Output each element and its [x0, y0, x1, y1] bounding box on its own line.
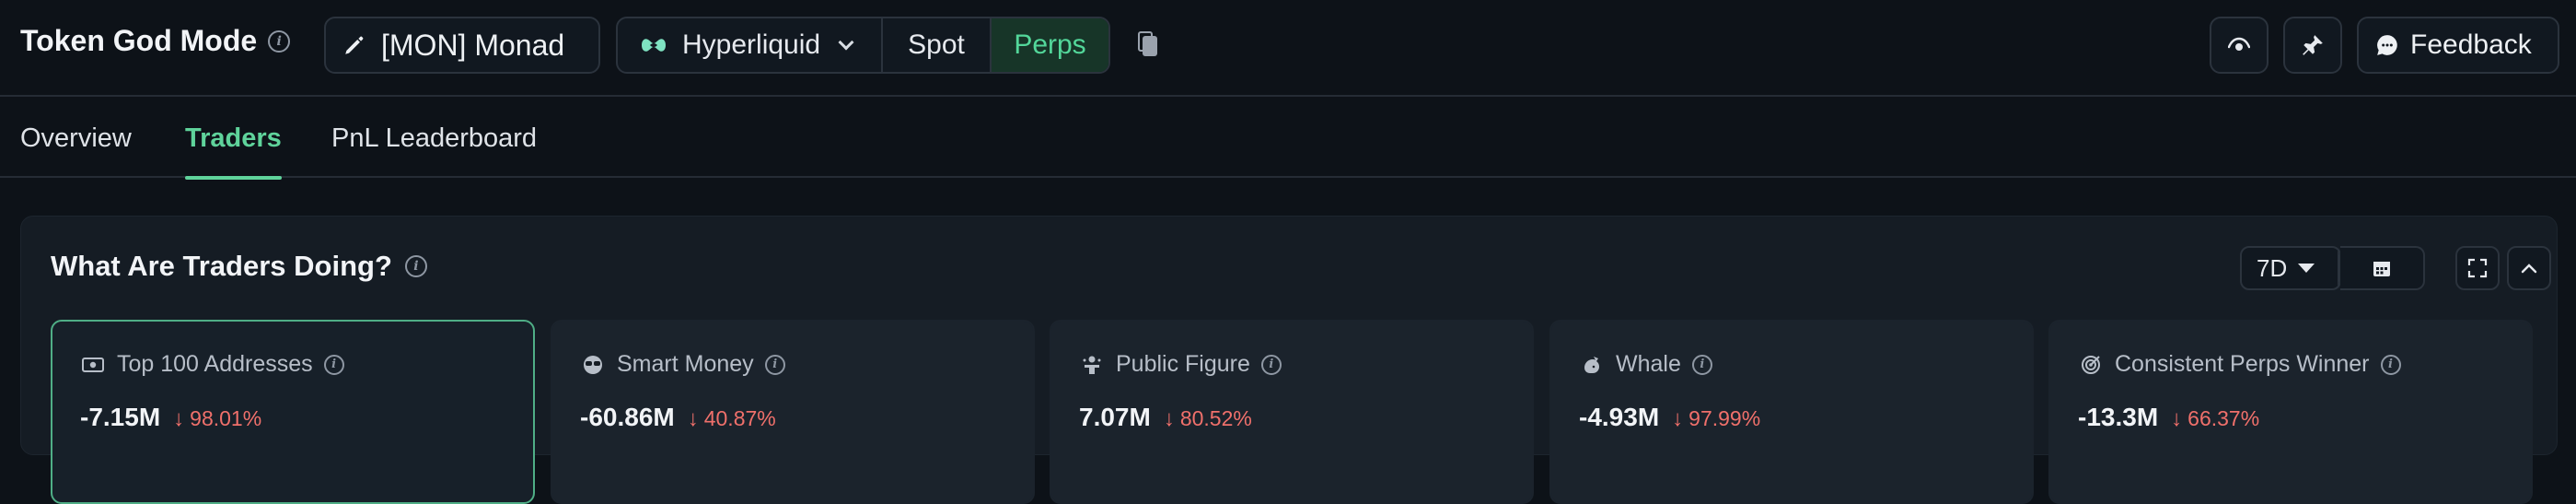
perps-toggle[interactable]: Perps [992, 18, 1108, 72]
card-change: 66.37% [2187, 406, 2260, 430]
card-whale[interactable]: Whale i -4.93M ↓ 97.99% [1549, 320, 2034, 504]
podium-icon [1079, 354, 1105, 376]
money-icon [80, 354, 106, 376]
card-top-100-addresses[interactable]: Top 100 Addresses i -7.15M ↓ 98.01% [51, 320, 535, 504]
pencil-icon [345, 36, 364, 54]
panel-title-text: What Are Traders Doing? [51, 250, 392, 282]
eye-icon [2228, 37, 2250, 51]
time-range-label: 7D [2257, 253, 2288, 282]
card-change: 40.87% [703, 406, 776, 430]
card-smart-money[interactable]: Smart Money i -60.86M ↓ 40.87% [551, 320, 1035, 504]
page-title-text: Token God Mode [20, 24, 258, 57]
caret-down-icon [2298, 264, 2315, 273]
token-selector-button[interactable]: [MON] Monad [324, 17, 600, 74]
info-icon[interactable]: i [2380, 354, 2401, 375]
card-label: Whale [1616, 351, 1681, 377]
network-label: Hyperliquid [682, 29, 821, 60]
info-icon[interactable]: i [1260, 354, 1282, 375]
spot-toggle[interactable]: Spot [883, 18, 992, 72]
collapse-button[interactable] [2507, 246, 2551, 290]
whale-icon [1579, 354, 1605, 376]
card-label: Public Figure [1116, 351, 1250, 377]
tab-bar: Overview Traders PnL Leaderboard [0, 99, 2576, 180]
traders-panel: What Are Traders Doing? i 7D Top 100 Add… [20, 216, 2558, 504]
pin-button[interactable] [2283, 17, 2342, 74]
fullscreen-button[interactable] [2455, 246, 2500, 290]
copy-icon[interactable] [1138, 31, 1158, 57]
calendar-icon [2373, 262, 2390, 276]
card-public-figure[interactable]: Public Figure i 7.07M ↓ 80.52% [1050, 320, 1534, 504]
top-bar: Token God Mode i [MON] Monad Hyperliquid… [0, 0, 2576, 97]
panel-title: What Are Traders Doing? i [51, 250, 427, 283]
target-icon [2078, 354, 2104, 376]
network-selector: Hyperliquid Spot Perps [616, 17, 1110, 74]
token-label: [MON] Monad [381, 28, 565, 62]
chevron-down-icon [838, 34, 854, 51]
card-value: -4.93M [1579, 403, 1660, 431]
card-change: 80.52% [1179, 406, 1252, 430]
card-value: -60.86M [580, 403, 675, 431]
tab-traders[interactable]: Traders [185, 99, 282, 180]
pin-icon [2303, 35, 2323, 55]
tab-overview[interactable]: Overview [20, 99, 132, 178]
network-dropdown[interactable]: Hyperliquid [618, 18, 883, 72]
sunglasses-icon [580, 354, 606, 376]
time-range-dropdown[interactable]: 7D [2240, 246, 2341, 290]
feedback-button[interactable]: Feedback [2357, 17, 2559, 74]
card-value: 7.07M [1079, 403, 1151, 431]
card-label: Smart Money [617, 351, 754, 377]
chevron-up-icon [2521, 264, 2537, 274]
info-icon[interactable]: i [1691, 354, 1712, 375]
expand-icon [2467, 258, 2488, 278]
chat-bubble-icon [2377, 35, 2397, 55]
feedback-label: Feedback [2410, 29, 2532, 60]
card-change: 97.99% [1688, 406, 1761, 430]
tab-pnl-leaderboard[interactable]: PnL Leaderboard [331, 99, 537, 178]
hyperliquid-logo-icon [642, 39, 666, 52]
page-title: Token God Mode i [20, 24, 291, 58]
watch-button[interactable] [2210, 17, 2269, 74]
card-value: -7.15M [80, 403, 161, 431]
card-change: 98.01% [190, 406, 262, 430]
card-value: -13.3M [2078, 403, 2159, 431]
info-icon[interactable]: i [764, 354, 785, 375]
card-label: Consistent Perps Winner [2115, 351, 2370, 377]
card-label: Top 100 Addresses [117, 351, 313, 377]
card-consistent-perps-winner[interactable]: Consistent Perps Winner i -13.3M ↓ 66.37% [2048, 320, 2533, 504]
info-icon[interactable]: i [404, 255, 427, 277]
info-icon[interactable]: i [268, 29, 291, 53]
calendar-button[interactable] [2340, 246, 2425, 290]
info-icon[interactable]: i [323, 354, 344, 375]
